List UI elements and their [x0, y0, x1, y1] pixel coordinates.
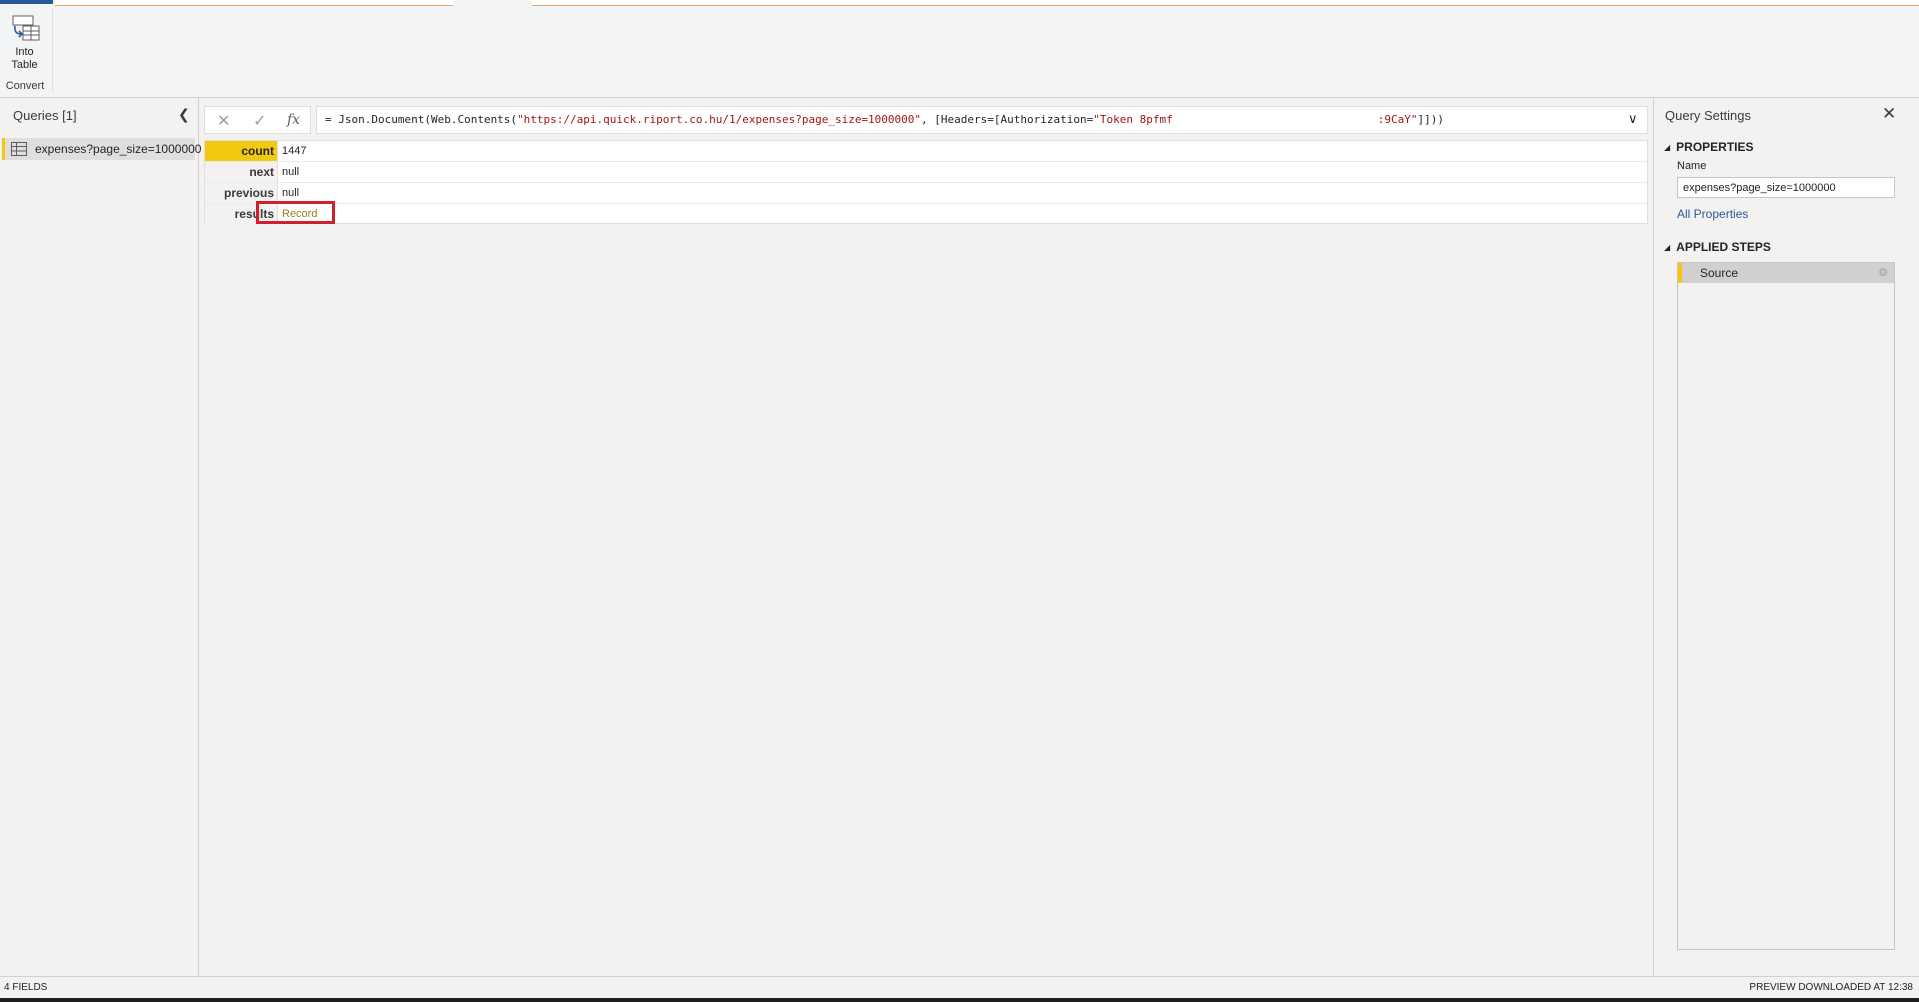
all-properties-link[interactable]: All Properties — [1677, 207, 1748, 221]
field-name: next — [205, 162, 278, 182]
record-grid: count 1447 next null previous null resul… — [204, 140, 1648, 224]
query-item-label: expenses?page_size=1000000 — [35, 142, 202, 156]
convert-group-label: Convert — [5, 80, 45, 92]
ribbon-tab-line — [55, 0, 453, 6]
step-source[interactable]: Source ⚙ — [1678, 263, 1894, 283]
fx-icon[interactable]: fx — [287, 112, 300, 128]
file-tab-accent[interactable] — [0, 0, 53, 4]
name-label: Name — [1677, 160, 1707, 172]
collapse-triangle-icon: ◢ — [1664, 143, 1671, 152]
cancel-icon[interactable]: ✕ — [217, 111, 230, 131]
close-icon[interactable]: ✕ — [1882, 104, 1896, 124]
applied-steps-list: Source ⚙ — [1677, 262, 1895, 950]
into-table-label: Into Table — [11, 46, 38, 71]
field-name: results — [205, 204, 278, 224]
check-icon[interactable]: ✓ — [253, 111, 266, 131]
record-row[interactable]: previous null — [205, 183, 1647, 204]
into-table-icon — [12, 15, 39, 41]
taskbar-strip — [0, 998, 1919, 1002]
queries-pane: Queries [1] ❮ expenses?page_size=1000000 — [0, 98, 201, 976]
field-name: previous — [205, 183, 278, 203]
settings-title: Query Settings — [1665, 108, 1751, 123]
field-name: count — [205, 141, 278, 161]
formula-mid: , [Headers=[Authorization= — [921, 113, 1094, 126]
formula-prefix: = Json.Document(Web.Contents( — [325, 113, 518, 126]
properties-heading[interactable]: ◢ PROPERTIES — [1664, 140, 1754, 154]
record-row[interactable]: next null — [205, 162, 1647, 183]
step-label: Source — [1700, 266, 1739, 280]
status-bar: 4 FIELDS PREVIEW DOWNLOADED AT 12:38 — [0, 976, 1919, 998]
query-settings-pane: Query Settings ✕ ◢ PROPERTIES Name All Pr… — [1653, 98, 1919, 976]
formula-token-start: "Token 8pfmf — [1093, 113, 1173, 126]
queries-title: Queries [1] — [13, 108, 77, 123]
record-row[interactable]: count 1447 — [205, 141, 1647, 162]
preview-status: PREVIEW DOWNLOADED AT 12:38 — [1749, 982, 1913, 993]
ribbon-divider — [52, 8, 53, 92]
formula-token-end: :9CaY" — [1377, 113, 1418, 126]
table-icon — [11, 142, 27, 156]
applied-steps-heading-label: APPLIED STEPS — [1676, 240, 1771, 254]
expand-formula-icon[interactable]: ∨ — [1628, 111, 1638, 127]
formula-input[interactable]: = Json.Document(Web.Contents("https://ap… — [316, 106, 1648, 134]
gear-icon[interactable]: ⚙ — [1878, 263, 1888, 283]
field-value: null — [282, 187, 300, 199]
applied-steps-heading[interactable]: ◢ APPLIED STEPS — [1664, 240, 1771, 254]
record-row[interactable]: results Record — [205, 204, 1647, 225]
formula-url: "https://api.quick.riport.co.hu/1/expens… — [517, 113, 922, 126]
query-name-input[interactable] — [1677, 177, 1895, 198]
into-table-button[interactable]: Into Table — [4, 12, 45, 74]
properties-heading-label: PROPERTIES — [1676, 140, 1754, 154]
field-count-status: 4 FIELDS — [4, 982, 48, 993]
collapse-queries-icon[interactable]: ❮ — [178, 106, 190, 123]
ribbon: Into Table Convert — [0, 0, 1919, 98]
formula-bar-buttons: ✕ ✓ fx — [204, 106, 311, 134]
field-value: 1447 — [282, 145, 307, 157]
query-item[interactable]: expenses?page_size=1000000 — [2, 138, 201, 160]
formula-suffix: ]])) — [1417, 113, 1444, 126]
ribbon-tab-line — [532, 0, 1919, 6]
record-link[interactable]: Record — [282, 204, 317, 224]
collapse-triangle-icon: ◢ — [1664, 243, 1671, 252]
field-value: null — [282, 166, 300, 178]
